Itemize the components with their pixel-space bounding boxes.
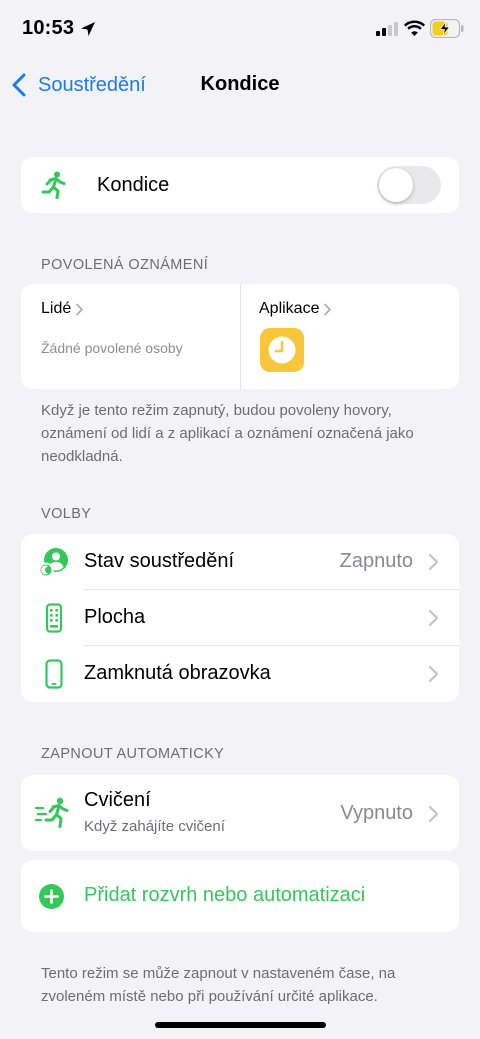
allowed-notifications-footer: Když je tento režim zapnutý, budou povol… [41, 402, 414, 465]
status-time: 10:53 [22, 17, 75, 39]
status-bar: 10:53 [0, 0, 480, 60]
mode-label: Kondice [97, 174, 170, 196]
location-arrow-icon [81, 22, 95, 36]
toggle-knob [379, 168, 413, 202]
mode-toggle-switch[interactable] [377, 166, 441, 204]
row-label: Plocha [84, 606, 146, 628]
allowed-notifications-header: POVOLENÁ OZNÁMENÍ [41, 257, 209, 273]
options-header: VOLBY [41, 506, 92, 522]
options-card: Stav soustředění Zapnuto Plocha Zamknutá… [21, 534, 459, 702]
home-indicator[interactable] [155, 1022, 326, 1028]
home-screen-icon [45, 603, 63, 633]
battery-charging-icon [430, 19, 464, 38]
navigation-bar: Soustředění Kondice [0, 60, 480, 110]
row-label: Zamknutá obrazovka [84, 662, 271, 684]
running-figure-icon [41, 171, 66, 199]
chevron-right-icon [76, 303, 84, 315]
workout-label: Cvičení [84, 789, 151, 811]
add-schedule-button[interactable]: Přidat rozvrh nebo automatizaci [21, 860, 459, 932]
allowed-notifications-card: Lidé Žádné povolené osoby Aplikace [21, 284, 459, 389]
workout-value: Vypnuto [340, 802, 413, 824]
focus-status-row[interactable]: Stav soustředění Zapnuto [21, 534, 459, 590]
row-value: Zapnuto [339, 550, 413, 572]
mode-toggle-card: Kondice [21, 157, 459, 213]
workout-icon [35, 797, 69, 828]
people-subtitle: Žádné povolené osoby [41, 340, 183, 356]
workout-row[interactable]: Cvičení Když zahájíte cvičení Vypnuto [21, 775, 459, 851]
chevron-right-icon [428, 665, 439, 683]
chevron-right-icon [428, 805, 439, 823]
apps-title: Aplikace [259, 300, 332, 318]
chevron-right-icon [324, 303, 332, 315]
wifi-icon [404, 20, 425, 36]
auto-on-header: ZAPNOUT AUTOMATICKY [41, 746, 225, 762]
lock-screen-icon [45, 659, 63, 689]
home-screen-row[interactable]: Plocha [21, 590, 459, 646]
chevron-right-icon [428, 609, 439, 627]
auto-on-card: Cvičení Když zahájíte cvičení Vypnuto [21, 775, 459, 851]
row-label: Stav soustředění [84, 550, 235, 572]
add-schedule-label: Přidat rozvrh nebo automatizaci [84, 884, 366, 906]
workout-subtitle: Když zahájíte cvičení [84, 818, 225, 835]
lock-screen-row[interactable]: Zamknutá obrazovka [21, 646, 459, 702]
chevron-right-icon [428, 553, 439, 571]
focus-status-icon [39, 548, 68, 577]
allowed-apps-section[interactable]: Aplikace [240, 284, 459, 389]
page-title: Kondice [200, 73, 280, 95]
people-title: Lidé [41, 300, 84, 318]
cellular-signal-icon [376, 22, 398, 36]
auto-on-footer: Tento režim se může zapnout v nastaveném… [41, 965, 396, 1005]
clock-app-icon [260, 328, 304, 372]
allowed-people-section[interactable]: Lidé Žádné povolené osoby [21, 284, 240, 389]
plus-circle-icon [39, 884, 64, 909]
